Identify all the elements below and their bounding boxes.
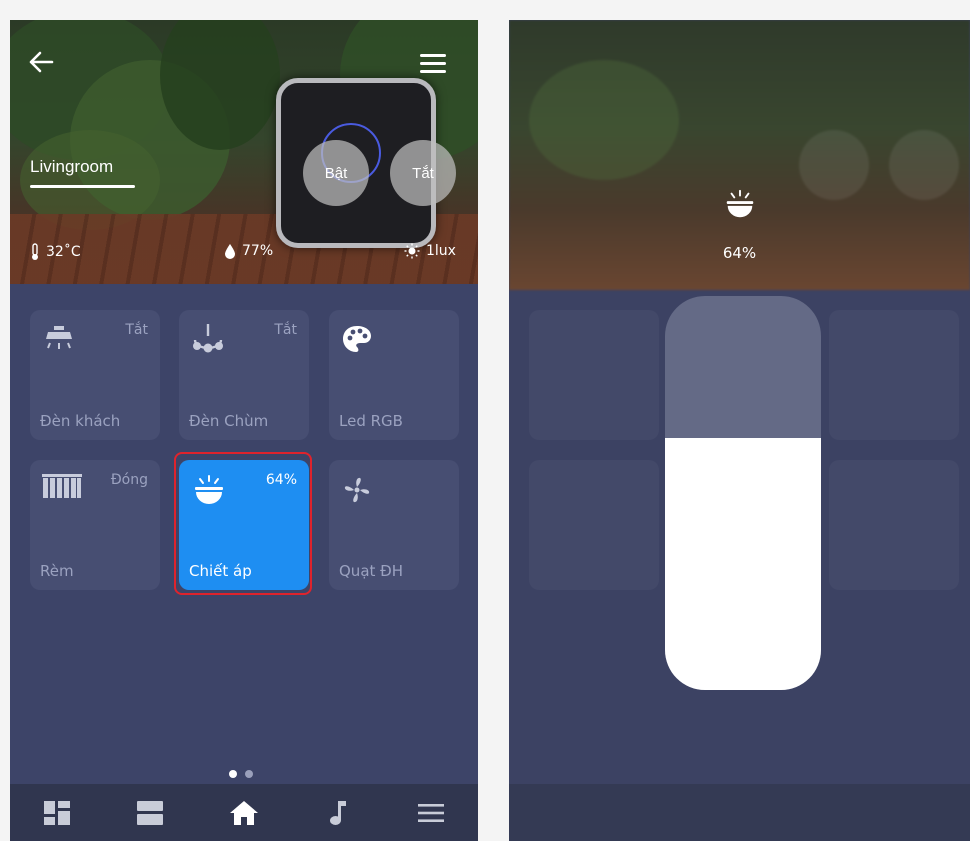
rooms-icon: [137, 800, 164, 825]
device-name: Rèm: [40, 562, 74, 580]
bottom-tab-bar: [10, 784, 478, 841]
dimmer-slider[interactable]: [665, 296, 821, 690]
music-icon: [329, 800, 346, 825]
device-tile-quat-dh[interactable]: Quạt ĐH: [329, 460, 459, 590]
dashboard-icon: [43, 800, 70, 825]
chandelier-icon: [191, 324, 225, 360]
device-state: Đóng: [110, 472, 148, 488]
room-header: Livingroom Bật Tắt 32˚C 77% 1lux: [10, 20, 478, 284]
thermometer-icon: [32, 243, 38, 260]
dimmer-lamp-icon: [723, 188, 757, 224]
selection-highlight: [174, 452, 312, 595]
temperature-reading: 32˚C: [30, 243, 81, 261]
device-tile-den-chum[interactable]: Tắt Đèn Chùm: [179, 310, 309, 440]
curtain-icon: [42, 474, 82, 502]
menu-icon: [418, 803, 445, 822]
back-arrow-icon[interactable]: [28, 50, 54, 79]
dimmer-slider-fill[interactable]: [665, 437, 821, 690]
home-screen: Livingroom Bật Tắt 32˚C 77% 1lux Tắt Đèn…: [10, 20, 478, 841]
ceiling-light-icon: [42, 324, 76, 356]
fan-icon: [341, 474, 373, 510]
hamburger-menu-icon[interactable]: [420, 54, 446, 74]
tab-rooms[interactable]: [130, 793, 170, 833]
room-title[interactable]: Livingroom: [30, 157, 113, 177]
sun-icon: [404, 243, 420, 259]
all-on-button[interactable]: Bật: [303, 140, 369, 206]
dimmer-percent-label: 64%: [722, 244, 757, 262]
device-tile-rem[interactable]: Đóng Rèm: [30, 460, 160, 590]
room-tab-underline: [30, 185, 135, 188]
blurred-tab-bar: [509, 784, 970, 841]
device-name: Led RGB: [339, 412, 403, 430]
device-state: Tắt: [274, 322, 297, 338]
device-tile-led-rgb[interactable]: Led RGB: [329, 310, 459, 440]
device-state: Tắt: [125, 322, 148, 338]
light-reading: 1lux: [404, 243, 456, 259]
tab-menu[interactable]: [411, 793, 451, 833]
page-dot-2[interactable]: [245, 770, 253, 778]
home-icon: [229, 800, 258, 825]
humidity-drop-icon: [225, 244, 235, 259]
device-name: Đèn Chùm: [189, 412, 269, 430]
tab-music[interactable]: [318, 793, 358, 833]
tab-home[interactable]: [224, 793, 264, 833]
page-dot-1[interactable]: [229, 770, 237, 778]
device-name: Đèn khách: [40, 412, 121, 430]
all-off-button[interactable]: Tắt: [390, 140, 456, 206]
device-name: Quạt ĐH: [339, 562, 404, 580]
dimmer-screen: 64%: [509, 20, 970, 841]
humidity-reading: 77%: [224, 243, 273, 259]
tab-dashboard[interactable]: [37, 793, 77, 833]
device-tile-den-khach[interactable]: Tắt Đèn khách: [30, 310, 160, 440]
page-indicator[interactable]: [229, 770, 253, 778]
palette-icon: [341, 324, 373, 358]
